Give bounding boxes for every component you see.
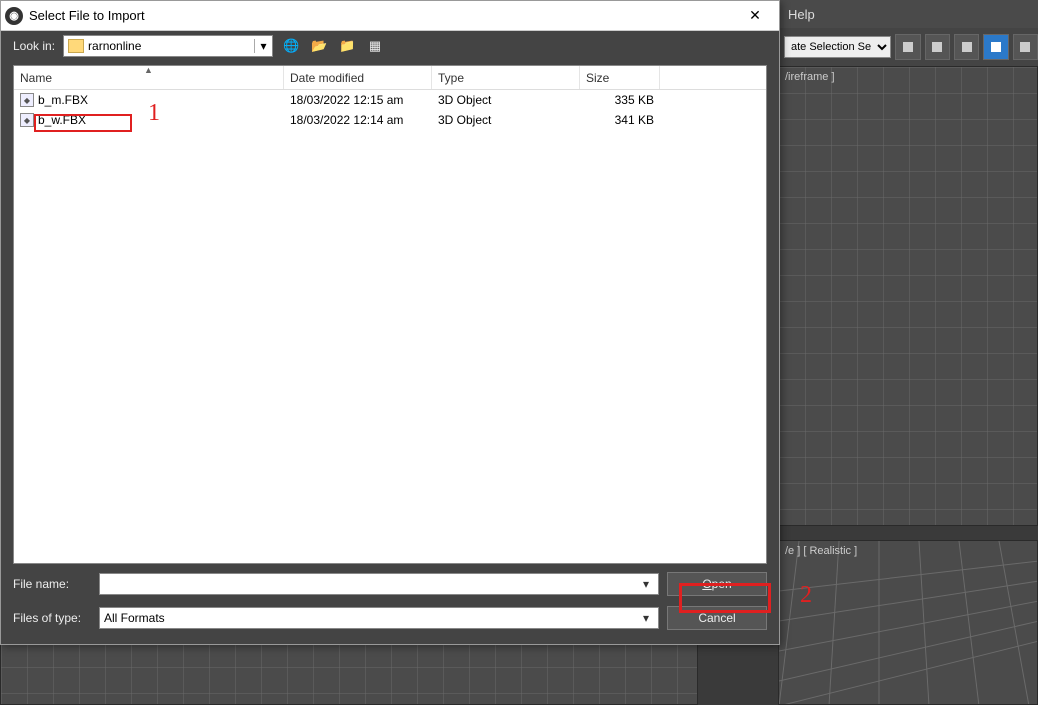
filename-input[interactable]: ▾ — [99, 573, 659, 595]
viewport-label: /e ] [ Realistic ] — [785, 545, 857, 557]
file-name: b_m.FBX — [38, 93, 88, 107]
file-row[interactable]: ◆ b_m.FBX 18/03/2022 12:15 am 3D Object 3… — [14, 90, 766, 110]
column-type[interactable]: Type — [432, 66, 580, 89]
column-name[interactable]: Name ▲ — [14, 66, 284, 89]
column-size[interactable]: Size — [580, 66, 660, 89]
view-menu-icon[interactable]: ▦ — [365, 36, 385, 56]
dialog-title: Select File to Import — [29, 8, 735, 23]
file-icon: ◆ — [20, 113, 34, 127]
file-size: 335 KB — [580, 93, 660, 107]
file-list[interactable]: Name ▲ Date modified Type Size ◆ b_m.FBX … — [13, 65, 767, 564]
open-label: pen — [712, 577, 732, 591]
cancel-button[interactable]: Cancel — [667, 606, 767, 630]
lookin-value: rarnonline — [88, 39, 254, 53]
close-button[interactable]: ✕ — [735, 2, 775, 30]
selection-set-dropdown[interactable]: ate Selection Se — [784, 36, 891, 58]
chevron-down-icon[interactable]: ▾ — [638, 577, 654, 591]
file-list-header[interactable]: Name ▲ Date modified Type Size — [14, 66, 766, 90]
toolbar-button-5[interactable] — [1013, 34, 1038, 60]
file-row[interactable]: ◆ b_w.FBX 18/03/2022 12:14 am 3D Object 3… — [14, 110, 766, 130]
file-icon: ◆ — [20, 93, 34, 107]
file-list-body[interactable]: ◆ b_m.FBX 18/03/2022 12:15 am 3D Object 3… — [14, 90, 766, 563]
toolbar-button-1[interactable] — [895, 34, 920, 60]
up-folder-icon[interactable]: 📂 — [309, 36, 329, 56]
import-dialog: ◉ Select File to Import ✕ Look in: rarno… — [0, 0, 780, 645]
filetype-label: Files of type: — [13, 611, 91, 625]
column-date[interactable]: Date modified — [284, 66, 432, 89]
lookin-combo[interactable]: rarnonline ▾ — [63, 35, 273, 57]
new-folder-icon[interactable]: 📁 — [337, 36, 357, 56]
viewport-label: /ireframe ] — [785, 71, 835, 83]
chevron-down-icon[interactable]: ▾ — [254, 39, 272, 53]
grid-icon — [1, 641, 697, 704]
lookin-row: Look in: rarnonline ▾ 🌐 📂 📁 ▦ — [1, 31, 779, 61]
sort-asc-icon: ▲ — [144, 65, 153, 75]
viewport-realistic[interactable]: /e ] [ Realistic ] — [778, 540, 1038, 705]
perspective-grid-icon — [779, 541, 1037, 704]
file-size: 341 KB — [580, 113, 660, 127]
folder-icon — [68, 39, 84, 53]
app-icon: ◉ — [5, 7, 23, 25]
viewport-bottom[interactable] — [0, 640, 698, 705]
lookin-label: Look in: — [13, 39, 55, 53]
titlebar[interactable]: ◉ Select File to Import ✕ — [1, 1, 779, 31]
file-type: 3D Object — [432, 93, 580, 107]
dialog-bottom: File name: ▾ Open Files of type: All For… — [1, 564, 779, 644]
file-date: 18/03/2022 12:14 am — [284, 113, 432, 127]
viewport-wireframe[interactable]: /ireframe ] — [778, 66, 1038, 526]
grid-icon — [779, 67, 1037, 525]
menu-help[interactable]: Help — [788, 7, 815, 22]
chevron-down-icon[interactable]: ▾ — [638, 611, 654, 625]
toolbar-button-3[interactable] — [954, 34, 979, 60]
toolbar-button-4[interactable] — [983, 34, 1008, 60]
file-type: 3D Object — [432, 113, 580, 127]
file-date: 18/03/2022 12:15 am — [284, 93, 432, 107]
app-toolbar: ate Selection Se — [778, 28, 1038, 66]
back-icon[interactable]: 🌐 — [281, 36, 301, 56]
app-menubar[interactable]: Help — [778, 0, 1038, 28]
toolbar-button-2[interactable] — [925, 34, 950, 60]
open-button[interactable]: Open — [667, 572, 767, 596]
file-name: b_w.FBX — [38, 113, 86, 127]
filetype-select[interactable]: All Formats ▾ — [99, 607, 659, 629]
filename-label: File name: — [13, 577, 91, 591]
